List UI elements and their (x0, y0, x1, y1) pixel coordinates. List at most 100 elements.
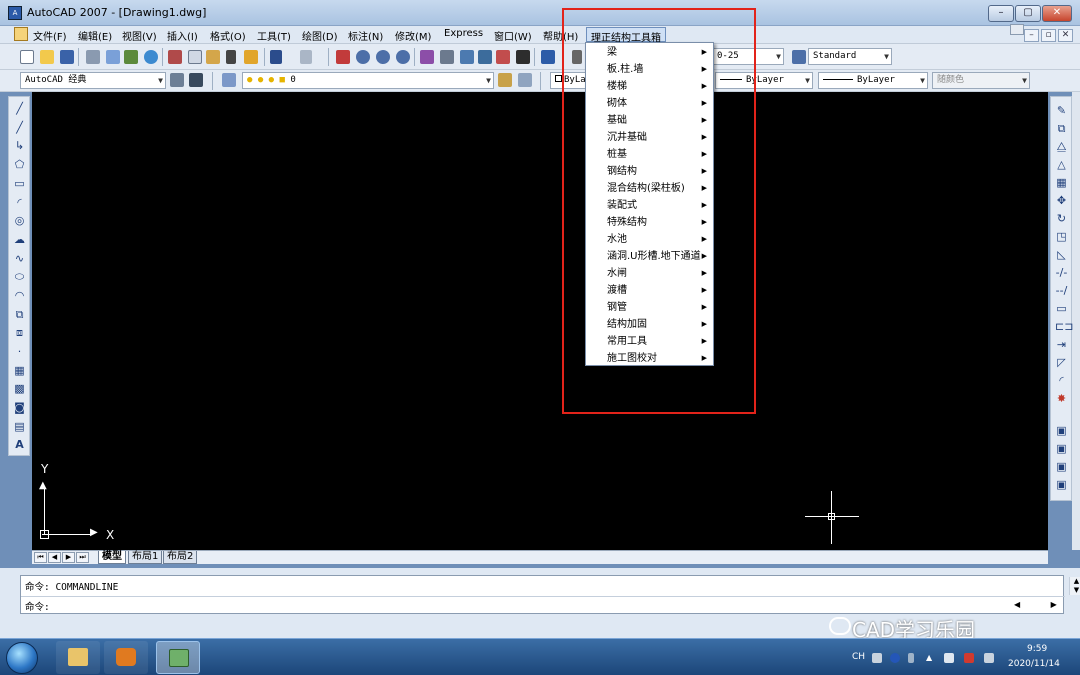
input-language[interactable]: CH (852, 652, 865, 662)
print-preview-icon[interactable] (106, 50, 120, 64)
text-style-select[interactable]: Standard ▼ (808, 48, 892, 65)
menu-view[interactable]: 视图(V) (122, 28, 157, 43)
menu-insert[interactable]: 插入(I) (167, 28, 198, 43)
workspace-settings-icon[interactable] (170, 73, 184, 87)
circle-icon[interactable]: ◎ (13, 215, 26, 227)
rotate-icon[interactable]: ↻ (1055, 213, 1068, 225)
erase-icon[interactable]: ✎ (1055, 105, 1068, 117)
paste-icon[interactable] (206, 50, 220, 64)
zoom-realtime-icon[interactable] (356, 50, 370, 64)
properties-icon[interactable] (420, 50, 434, 64)
tab-model[interactable]: 模型 (98, 551, 126, 564)
menu-file[interactable]: 文件(F) (33, 28, 67, 43)
join-icon[interactable]: ⇥ (1055, 339, 1068, 351)
lineweight-select[interactable]: ByLayer ▼ (818, 72, 928, 89)
pen-tray-icon[interactable] (908, 653, 914, 663)
autocad-app-icon[interactable]: A (8, 6, 22, 20)
workspace-save-icon[interactable] (189, 73, 203, 87)
layer-previous-icon[interactable] (518, 73, 532, 87)
taskbar-media-player[interactable] (104, 641, 148, 674)
menu-edit[interactable]: 编辑(E) (78, 28, 112, 43)
menu-format[interactable]: 格式(O) (210, 28, 246, 43)
taskbar-autocad[interactable] (156, 641, 200, 674)
publish-icon[interactable] (124, 50, 138, 64)
clock-date[interactable]: 2020/11/14 (1008, 659, 1060, 669)
stretch-icon[interactable]: ◺ (1055, 249, 1068, 261)
make-current-layer-icon[interactable] (498, 73, 512, 87)
sheet-set-icon[interactable] (478, 50, 492, 64)
taskbar-explorer[interactable] (56, 641, 100, 674)
mdi-minimize-button[interactable]: – (1024, 29, 1039, 42)
command-prompt[interactable]: 命令: (25, 599, 50, 613)
tab-layout1[interactable]: 布局1 (128, 551, 163, 564)
mdi-close-button[interactable]: ✕ (1058, 29, 1073, 42)
block-editor-icon[interactable] (244, 50, 258, 64)
command-hscroll[interactable]: ◀ ▶ (1014, 598, 1070, 612)
rectangle-icon[interactable]: ▭ (13, 178, 26, 190)
menu-window[interactable]: 窗口(W) (494, 28, 532, 43)
clock-time[interactable]: 9:59 (1027, 644, 1047, 654)
copy-object-icon[interactable]: ⧉ (1055, 123, 1068, 135)
layer-manager-icon[interactable] (222, 73, 236, 87)
trim-icon[interactable]: -/- (1055, 267, 1068, 279)
workspace-select[interactable]: AutoCAD 经典 ▼ (20, 72, 166, 89)
keyboard-icon[interactable] (872, 653, 882, 663)
tab-layout2[interactable]: 布局2 (163, 551, 198, 564)
ellipse-arc-icon[interactable]: ◠ (13, 290, 26, 302)
start-button[interactable] (6, 642, 38, 674)
markup-icon[interactable] (496, 50, 510, 64)
scale-icon[interactable]: ◳ (1055, 231, 1068, 243)
tab-first-button[interactable]: ⏮ (34, 552, 47, 563)
menu-draw[interactable]: 绘图(D) (302, 28, 338, 43)
menu-tools[interactable]: 工具(T) (257, 28, 291, 43)
draw-order-front-icon[interactable]: ▣ (1055, 425, 1068, 437)
break-icon[interactable]: ⊏⊐ (1055, 321, 1073, 333)
new-icon[interactable] (20, 50, 34, 64)
region-icon[interactable]: ◙ (13, 402, 26, 414)
show-hidden-icons[interactable]: ▲ (926, 653, 936, 663)
move-icon[interactable]: ✥ (1055, 195, 1068, 207)
calculator-icon[interactable] (516, 50, 530, 64)
table-icon[interactable]: ▤ (13, 421, 26, 433)
polyline-icon[interactable]: ↳ (13, 140, 26, 152)
draw-order-back-icon[interactable]: ▣ (1055, 443, 1068, 455)
drawing-canvas[interactable] (32, 92, 1048, 550)
command-scrollbar[interactable]: ▲ ▼ (1069, 577, 1080, 595)
menu-dimension[interactable]: 标注(N) (348, 28, 383, 43)
explode-icon[interactable]: ✸ (1055, 393, 1068, 405)
command-hscroll-thumb[interactable] (1010, 24, 1024, 35)
plotstyle-select[interactable]: 随颜色 ▼ (932, 72, 1030, 89)
multiline-text-icon[interactable]: A (13, 439, 26, 451)
document-icon[interactable] (14, 27, 28, 41)
canvas-scrollbar[interactable] (1072, 92, 1080, 550)
undo-icon[interactable] (270, 50, 282, 64)
extend-icon[interactable]: --/ (1055, 285, 1068, 297)
open-icon[interactable] (40, 50, 54, 64)
offset-icon[interactable]: △ (1055, 159, 1068, 171)
polygon-icon[interactable]: ⬠ (13, 159, 26, 171)
array-icon[interactable]: ▦ (1055, 177, 1068, 189)
construction-line-icon[interactable]: ╱ (13, 122, 26, 134)
copy-icon[interactable] (188, 50, 202, 64)
help-tray-icon[interactable] (890, 653, 900, 663)
save-icon[interactable] (60, 50, 74, 64)
help-icon[interactable] (541, 50, 555, 64)
tool-palettes-icon[interactable] (460, 50, 474, 64)
action-center-icon[interactable] (984, 653, 994, 663)
layer-select[interactable]: ● ● ● ■ 0 ▼ (242, 72, 494, 89)
menu-express[interactable]: Express (444, 28, 483, 39)
break-at-point-icon[interactable]: ▭ (1055, 303, 1068, 315)
zoom-window-icon[interactable] (376, 50, 390, 64)
tab-last-button[interactable]: ⏭ (76, 552, 89, 563)
insert-block-icon[interactable]: ⧉ (13, 309, 26, 321)
tab-next-button[interactable]: ▶ (62, 552, 75, 563)
revision-cloud-icon[interactable]: ☁ (13, 234, 26, 246)
hatch-icon[interactable]: ▦ (13, 365, 26, 377)
pan-icon[interactable] (336, 50, 350, 64)
mirror-icon[interactable]: ⧋ (1055, 141, 1068, 153)
close-button[interactable]: ✕ (1042, 5, 1072, 22)
chamfer-icon[interactable]: ◸ (1055, 357, 1068, 369)
3d-dwf-icon[interactable] (144, 50, 158, 64)
cut-icon[interactable] (168, 50, 182, 64)
menu-modify[interactable]: 修改(M) (395, 28, 431, 43)
